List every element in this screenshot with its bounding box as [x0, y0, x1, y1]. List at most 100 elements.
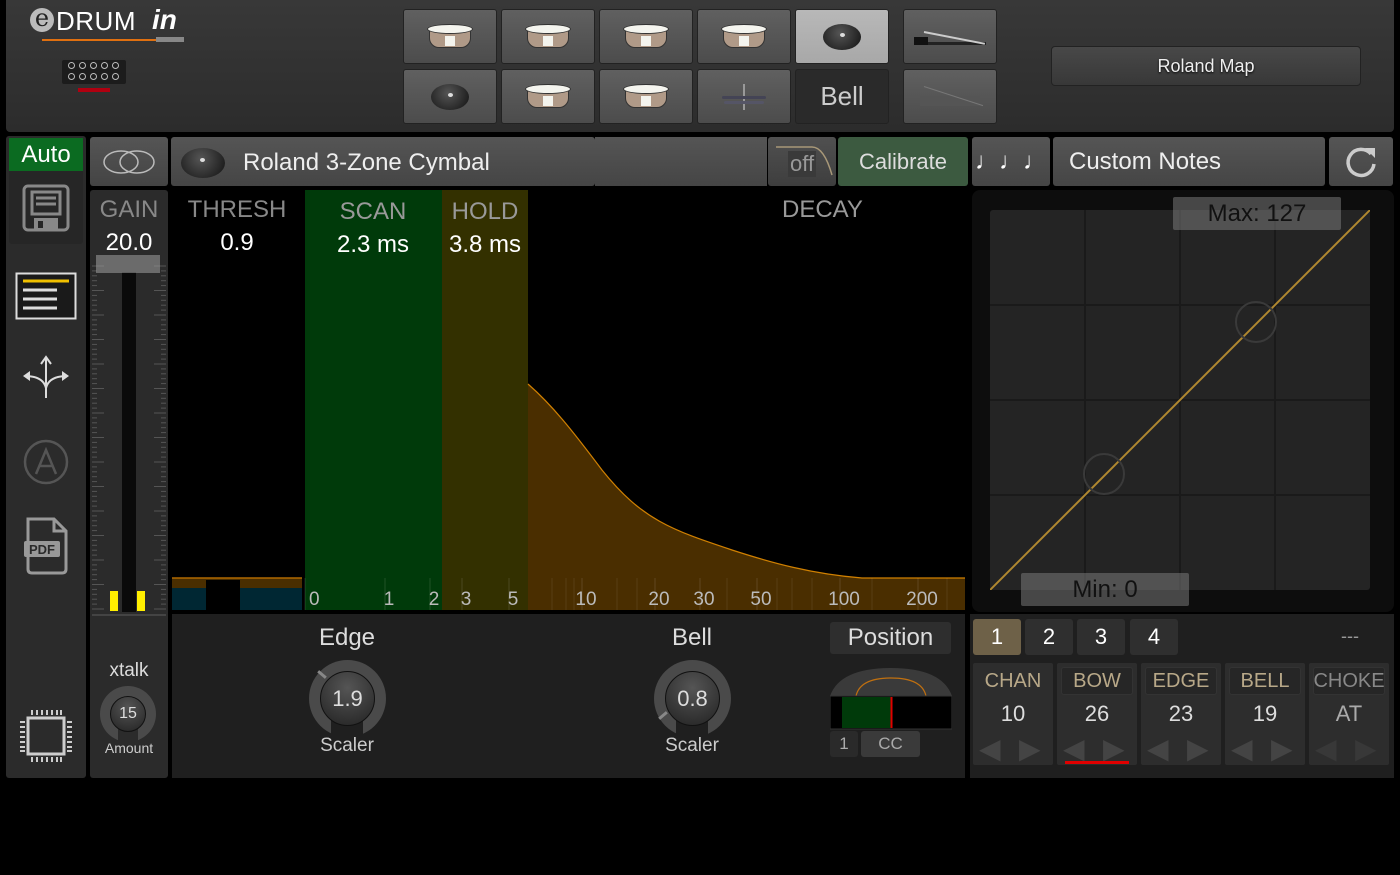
routing-button[interactable] [6, 354, 86, 400]
filter-toggle[interactable]: off [768, 137, 836, 186]
pad-button-3[interactable] [599, 9, 693, 64]
xtalk-value[interactable]: 15 [110, 696, 146, 732]
thresh-label: THRESH [187, 196, 287, 223]
chan-header: CHAN [984, 669, 1042, 692]
scan-label: SCAN [339, 198, 407, 225]
decrement-icon[interactable]: ◀ [979, 735, 1001, 763]
position-cc-button[interactable]: CC [861, 731, 920, 757]
cymbal-icon [431, 83, 469, 110]
pad-button-7[interactable] [501, 69, 595, 124]
position-channel[interactable]: 1 [830, 731, 858, 757]
cymbal-icon [823, 23, 861, 50]
hihat-pedal-icon [914, 27, 986, 47]
edge-header[interactable]: EDGE [1145, 667, 1217, 695]
increment-icon[interactable]: ▶ [1355, 735, 1377, 763]
decay-area[interactable] [528, 384, 965, 610]
pad-button-hihat-pedal[interactable] [903, 9, 997, 64]
time-tick-label: 20 [648, 589, 669, 610]
midi-column-choke: CHOKE AT ◀ ▶ [1309, 663, 1389, 765]
increment-icon[interactable]: ▶ [1019, 735, 1041, 763]
auto-button[interactable]: Auto [9, 138, 83, 171]
time-tick-label: 5 [508, 589, 519, 610]
thresh-value[interactable]: 0.9 [174, 229, 300, 257]
decay-label: DECAY [782, 196, 863, 223]
time-tick-label: 2 [429, 589, 440, 610]
pad-button-2[interactable] [501, 9, 595, 64]
threshold-gap [206, 580, 240, 610]
drum-icon [525, 83, 571, 110]
drum-module-icon[interactable] [62, 60, 126, 84]
edge-label: Edge [318, 624, 376, 651]
decrement-icon[interactable]: ◀ [1063, 735, 1085, 763]
increment-icon[interactable]: ▶ [1187, 735, 1209, 763]
save-icon [22, 184, 70, 231]
layer-tab-2[interactable]: 2 [1025, 619, 1073, 655]
link-pair-button[interactable] [90, 137, 168, 186]
custom-notes-button[interactable]: Custom Notes [1053, 137, 1325, 186]
save-button[interactable] [9, 171, 83, 244]
decrement-icon[interactable]: ◀ [1315, 735, 1337, 763]
list-button[interactable] [6, 272, 86, 320]
chip-icon [20, 710, 72, 762]
decrement-icon[interactable]: ◀ [1231, 735, 1253, 763]
pad-button-bell[interactable]: Bell [795, 69, 889, 124]
svg-text:PDF: PDF [29, 542, 55, 557]
position-bar-fill [842, 697, 892, 728]
edge-sub-label: Scaler [320, 735, 374, 756]
curve-max-label[interactable]: Max: 127 [1173, 197, 1341, 230]
level-meter-left [110, 591, 118, 611]
layer-tab-1[interactable]: 1 [973, 619, 1021, 655]
decrement-icon[interactable]: ◀ [1147, 735, 1169, 763]
trigger-graph[interactable]: 0 1 2 3 5 10 20 30 50 100 200 THRESH 0.9 SCAN 2.3 … [172, 190, 965, 610]
pad-button-6[interactable] [403, 69, 497, 124]
xtalk-sub-label: Amount [104, 740, 154, 756]
pad-button-4[interactable] [697, 9, 791, 64]
bell-value[interactable]: 0.8 [665, 671, 720, 726]
calibrate-button[interactable]: Calibrate [838, 137, 968, 186]
connection-indicator [78, 88, 110, 92]
pdf-icon: PDF [24, 517, 68, 575]
position-meter [830, 668, 952, 730]
scan-value[interactable]: 2.3 ms [305, 231, 441, 259]
choke-header[interactable]: CHOKE [1313, 667, 1385, 695]
gain-slider-handle[interactable] [96, 255, 160, 273]
cable-icon [42, 39, 172, 41]
pad-button-5-selected[interactable] [795, 9, 889, 64]
velocity-curve[interactable] [990, 210, 1370, 590]
pad-type-selector[interactable]: Roland 3-Zone Cymbal [171, 137, 595, 186]
pad-button-9[interactable] [697, 69, 791, 124]
bow-header[interactable]: BOW [1061, 667, 1133, 695]
midi-status: --- [1341, 626, 1359, 646]
hold-value[interactable]: 3.8 ms [442, 231, 528, 259]
edge-note-value: 23 [1168, 701, 1194, 726]
chan-value: 10 [1000, 701, 1026, 726]
pdf-button[interactable]: PDF [6, 517, 86, 575]
edge-value[interactable]: 1.9 [320, 671, 375, 726]
refresh-button[interactable] [1329, 137, 1393, 186]
pad-button-pedal-controller[interactable] [903, 69, 997, 124]
position-button[interactable]: Position [830, 622, 951, 654]
jack-plug-icon [156, 37, 184, 42]
notes-button[interactable]: ♩♩♩ [972, 137, 1050, 186]
curve-min-label[interactable]: Min: 0 [1021, 573, 1189, 606]
roland-map-button[interactable]: Roland Map [1051, 46, 1361, 86]
pad-button-8[interactable] [599, 69, 693, 124]
gain-label: GAIN [99, 196, 159, 223]
hold-label: HOLD [451, 198, 519, 225]
time-tick-label: 0 [309, 589, 320, 610]
auto-a-button[interactable] [6, 438, 86, 486]
hihat-icon [722, 83, 766, 110]
pedal-controller-icon [920, 85, 984, 108]
hardware-button[interactable] [6, 708, 86, 764]
bell-header[interactable]: BELL [1229, 667, 1301, 695]
app-logo: e DRUM in [28, 4, 198, 46]
music-notes-icon: ♩♩♩ [975, 147, 1047, 175]
increment-icon[interactable]: ▶ [1271, 735, 1293, 763]
logo-e: e [30, 6, 54, 32]
layer-tab-3[interactable]: 3 [1077, 619, 1125, 655]
gain-panel: GAIN 20.0 xtalk 15 Amount [90, 190, 168, 778]
layer-tab-4[interactable]: 4 [1130, 619, 1178, 655]
pad-button-1[interactable] [403, 9, 497, 64]
bell-label: Bell [671, 624, 713, 651]
increment-icon[interactable]: ▶ [1103, 735, 1125, 763]
